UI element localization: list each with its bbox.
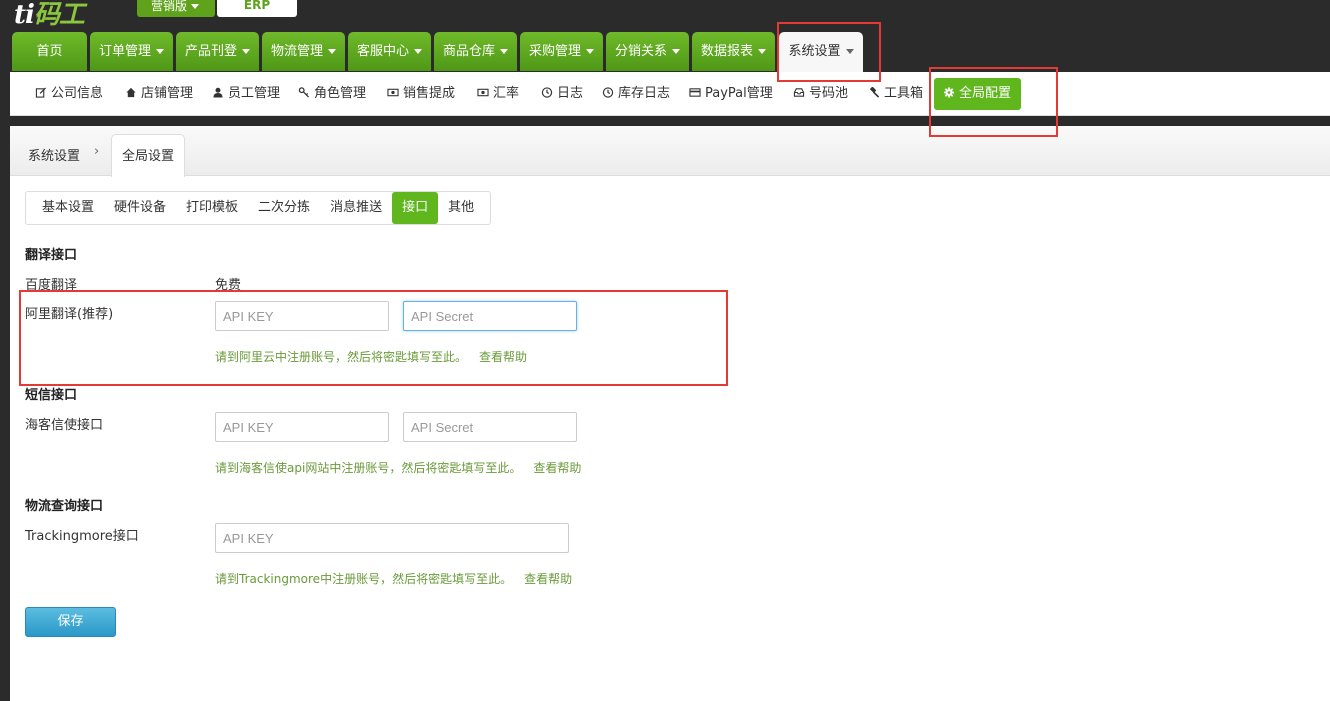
translate-section-title: 翻译接口 (25, 248, 78, 263)
subnav-company-info[interactable]: 公司信息 (35, 81, 103, 107)
ali-translate-label: 阿里翻译(推荐) (25, 307, 114, 322)
aliyun-link[interactable]: 阿里云 (239, 350, 275, 364)
chevron-right-icon: › (94, 144, 100, 159)
sms-help-link[interactable]: 查看帮助 (533, 461, 581, 475)
subnav-number-pool[interactable]: 号码池 (793, 81, 848, 107)
subnav-exchange-rate[interactable]: 汇率 (477, 81, 519, 107)
nav-reports[interactable]: 数据报表 (692, 32, 775, 71)
subnav-inventory-log[interactable]: 库存日志 (602, 81, 670, 107)
clock-icon (602, 87, 614, 98)
nav-distribution[interactable]: 分销关系 (606, 32, 689, 71)
left-edge (0, 116, 10, 701)
subnav-paypal-management[interactable]: PayPal管理 (689, 81, 773, 107)
caret-down-icon (500, 49, 508, 54)
tab-other[interactable]: 其他 (438, 192, 484, 224)
edition-dropdown[interactable]: 营销版 (137, 0, 215, 17)
sms-hint: 请到海客信使api网站中注册账号，然后将密匙填写至此。 查看帮助 (215, 461, 582, 475)
caret-down-icon (242, 49, 250, 54)
tab-interface[interactable]: 接口 (392, 192, 439, 224)
subnav-toolbox[interactable]: 工具箱 (868, 81, 923, 107)
subnav-log[interactable]: 日志 (541, 81, 583, 107)
sms-interface-label: 海客信使接口 (25, 418, 104, 433)
money-icon (477, 88, 489, 97)
sms-api-secret-input[interactable] (403, 412, 577, 442)
caret-down-icon (328, 49, 336, 54)
main-nav: 首页 订单管理 产品刊登 物流管理 客服中心 商品仓库 采购管理 分销关系 数据… (0, 32, 1330, 72)
subnav-role-management[interactable]: 角色管理 (298, 81, 366, 107)
user-icon (213, 87, 223, 98)
tab-message-push[interactable]: 消息推送 (320, 192, 392, 224)
baidu-translate-label: 百度翻译 (25, 278, 78, 293)
brand-bar: ti码工 营销版 ERP (0, 0, 1330, 32)
nav-purchasing[interactable]: 采购管理 (520, 32, 603, 71)
baidu-translate-value: 免费 (215, 278, 242, 293)
settings-tabs: 基本设置 硬件设备 打印模板 二次分拣 消息推送 接口 其他 (25, 191, 492, 225)
ali-translate-hint: 请到阿里云中注册账号，然后将密匙填写至此。 查看帮助 (215, 350, 528, 364)
trackingmore-label: Trackingmore接口 (25, 529, 139, 544)
home-icon (126, 87, 136, 98)
save-button[interactable]: 保存 (25, 607, 116, 637)
content-panel: 系统设置 › 全局设置 基本设置 硬件设备 打印模板 二次分拣 消息推送 接口 … (10, 126, 1330, 701)
subnav-sales-commission[interactable]: 销售提成 (387, 81, 455, 107)
nav-customer-service[interactable]: 客服中心 (348, 32, 431, 71)
ali-help-link[interactable]: 查看帮助 (479, 350, 527, 364)
gavel-icon (869, 87, 880, 98)
ali-api-key-input[interactable] (215, 301, 389, 331)
key-icon (298, 87, 310, 98)
trackingmore-api-key-input[interactable] (215, 523, 569, 553)
caret-down-icon (156, 49, 164, 54)
tab-hardware[interactable]: 硬件设备 (104, 192, 176, 224)
breadcrumb: 系统设置 › 全局设置 (10, 126, 1330, 177)
nav-home[interactable]: 首页 (12, 32, 87, 71)
caret-down-icon (758, 49, 766, 54)
tab-secondary-sorting[interactable]: 二次分拣 (248, 192, 320, 224)
nav-warehouse[interactable]: 商品仓库 (434, 32, 517, 71)
breadcrumb-root[interactable]: 系统设置 (28, 145, 80, 164)
credit-card-icon (689, 88, 701, 97)
breadcrumb-current-tab[interactable]: 全局设置 (111, 134, 185, 177)
edit-icon (35, 87, 47, 98)
nav-system-settings[interactable]: 系统设置 (779, 32, 863, 72)
trackingmore-hint: 请到Trackingmore中注册账号，然后将密匙填写至此。 查看帮助 (215, 572, 573, 586)
tab-print-template[interactable]: 打印模板 (176, 192, 248, 224)
ali-api-secret-input[interactable] (403, 301, 577, 331)
money-icon (387, 88, 399, 97)
caret-down-icon (672, 49, 680, 54)
sms-api-key-input[interactable] (215, 412, 389, 442)
caret-down-icon (191, 4, 200, 9)
haike-link[interactable]: 海客信使api网站 (239, 461, 329, 475)
tab-basic[interactable]: 基本设置 (32, 192, 104, 224)
inbox-icon (793, 88, 805, 97)
nav-logistics[interactable]: 物流管理 (262, 32, 345, 71)
subnav-staff-management[interactable]: 员工管理 (212, 81, 280, 107)
gear-icon (943, 87, 955, 98)
logo[interactable]: ti码工 (14, 0, 85, 31)
subnav-global-config[interactable]: 全局配置 (934, 78, 1022, 110)
erp-tab[interactable]: ERP (217, 0, 297, 17)
trackingmore-help-link[interactable]: 查看帮助 (524, 572, 572, 586)
caret-down-icon (586, 49, 594, 54)
nav-listing[interactable]: 产品刊登 (176, 32, 259, 71)
clock-icon (541, 87, 553, 98)
caret-down-icon (845, 49, 854, 54)
logistics-section-title: 物流查询接口 (25, 499, 104, 514)
trackingmore-link[interactable]: Trackingmore (239, 572, 320, 586)
nav-orders[interactable]: 订单管理 (90, 32, 173, 71)
sub-nav: 公司信息 店铺管理 员工管理 角色管理 销售提成 汇率 日志 库存日志 PayP… (10, 72, 1330, 116)
subnav-store-management[interactable]: 店铺管理 (125, 81, 193, 107)
sms-section-title: 短信接口 (25, 388, 78, 403)
caret-down-icon (414, 49, 422, 54)
